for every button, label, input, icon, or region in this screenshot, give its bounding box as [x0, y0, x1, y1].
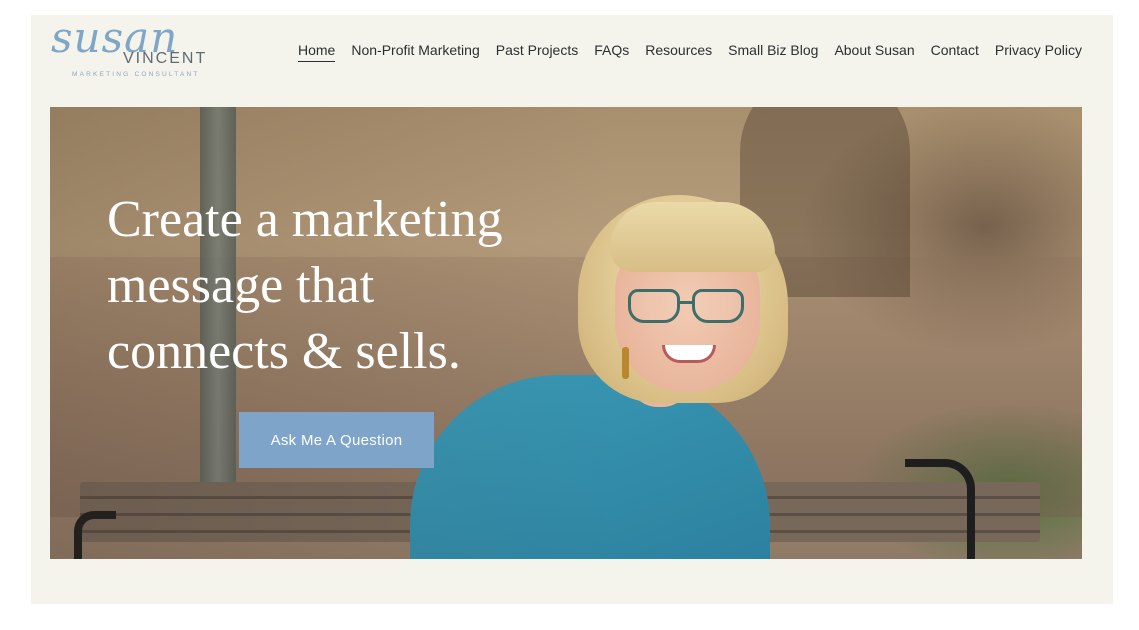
- nav-item-contact[interactable]: Contact: [931, 42, 979, 62]
- logo-tagline: MARKETING CONSULTANT: [72, 71, 200, 78]
- headline-line-2: message that: [107, 257, 375, 314]
- nav-item-past-projects[interactable]: Past Projects: [496, 42, 578, 62]
- nav-item-faqs[interactable]: FAQs: [594, 42, 629, 62]
- site-logo[interactable]: susan VINCENT MARKETING CONSULTANT: [51, 17, 221, 83]
- logo-name: VINCENT: [123, 50, 208, 67]
- headline-line-3: connects & sells.: [107, 323, 461, 380]
- ask-question-button[interactable]: Ask Me A Question: [239, 412, 434, 468]
- nav-item-small-biz-blog[interactable]: Small Biz Blog: [728, 42, 818, 62]
- main-nav: Home Non-Profit Marketing Past Projects …: [298, 42, 1082, 62]
- nav-item-privacy-policy[interactable]: Privacy Policy: [995, 42, 1082, 62]
- site-container: susan VINCENT MARKETING CONSULTANT Home …: [31, 15, 1113, 604]
- hero-banner: Create a marketing message that connects…: [50, 107, 1082, 559]
- headline-line-1: Create a marketing: [107, 191, 503, 248]
- hero-headline: Create a marketing message that connects…: [107, 187, 547, 385]
- nav-item-home[interactable]: Home: [298, 42, 336, 62]
- nav-item-resources[interactable]: Resources: [645, 42, 712, 62]
- nav-item-non-profit-marketing[interactable]: Non-Profit Marketing: [351, 42, 479, 62]
- nav-item-about-susan[interactable]: About Susan: [834, 42, 914, 62]
